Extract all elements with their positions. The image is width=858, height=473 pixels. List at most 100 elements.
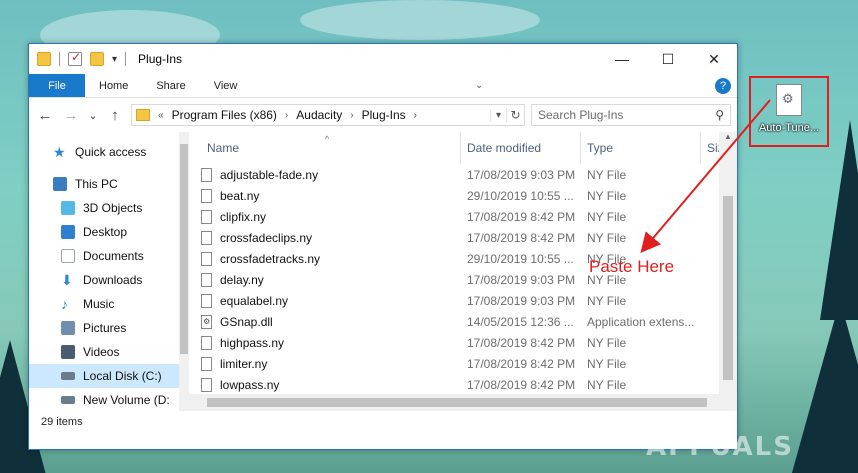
tab-view[interactable]: View — [200, 74, 252, 97]
table-row[interactable]: GSnap.dll 14/05/2015 12:36 ... Application… — [189, 311, 737, 332]
up-button[interactable]: ↑ — [105, 107, 125, 124]
back-button[interactable]: ← — [35, 107, 55, 124]
sidebar-item-label: Videos — [83, 345, 120, 359]
computer-icon — [53, 177, 67, 191]
tree-decoration — [790, 300, 858, 473]
file-name: delay.ny — [220, 272, 264, 287]
breadcrumb-overflow[interactable]: « — [158, 110, 164, 121]
scroll-up-icon[interactable]: ▲ — [719, 132, 737, 148]
column-type[interactable]: Type — [581, 132, 701, 164]
folder-icon — [136, 109, 150, 121]
expand-ribbon-icon[interactable]: ⌄ — [475, 74, 483, 97]
close-button[interactable]: ✕ — [691, 44, 737, 74]
file-rows: adjustable-fade.ny 17/08/2019 9:03 PM NY F… — [189, 164, 737, 411]
tab-file[interactable]: File — [29, 74, 85, 97]
sort-indicator-icon: ^ — [325, 134, 330, 144]
address-dropdown-icon[interactable]: ▾ — [490, 109, 506, 121]
download-icon: ⬇ — [61, 272, 73, 288]
date-modified-cell: 17/08/2019 8:42 PM — [467, 377, 576, 392]
type-cell: NY File — [587, 377, 627, 392]
refresh-icon[interactable]: ↻ — [506, 108, 524, 122]
sidebar-item-label: This PC — [75, 177, 118, 191]
file-icon — [201, 377, 212, 392]
date-modified-cell: 17/08/2019 8:42 PM — [467, 209, 576, 224]
table-row[interactable]: clipfix.ny 17/08/2019 8:42 PM NY File — [189, 206, 737, 227]
annotation-text: Paste Here — [589, 257, 675, 276]
cube-icon — [61, 201, 75, 215]
desktop-file-icon[interactable]: Auto-Tune... — [752, 84, 826, 134]
tab-share[interactable]: Share — [142, 74, 199, 97]
sidebar-item-videos[interactable]: Videos — [29, 340, 189, 364]
column-date-modified[interactable]: Date modified — [461, 132, 581, 164]
address-bar[interactable]: « Program Files (x86) › Audacity › Plug-… — [131, 104, 525, 126]
sidebar-scrollbar[interactable] — [179, 132, 189, 411]
breadcrumb-separator[interactable]: › — [350, 110, 353, 121]
file-name-cell: GSnap.dll — [201, 314, 461, 329]
sidebar-item-desktop[interactable]: Desktop — [29, 220, 189, 244]
file-icon — [201, 356, 212, 371]
minimize-button[interactable]: — — [599, 44, 645, 74]
file-icon — [201, 209, 212, 224]
sidebar-item-new-volume[interactable]: New Volume (D: — [29, 388, 189, 412]
type-cell: NY File — [587, 335, 627, 350]
column-name[interactable]: Name — [201, 132, 461, 164]
properties-icon[interactable] — [68, 50, 82, 66]
file-name-cell: lowpass.ny — [201, 377, 461, 392]
table-row[interactable]: limiter.ny 17/08/2019 8:42 PM NY File — [189, 353, 737, 374]
file-icon — [201, 335, 212, 350]
scrollbar-thumb[interactable] — [207, 398, 707, 407]
scrollbar-thumb[interactable] — [723, 196, 733, 380]
sidebar-item-label: Quick access — [75, 145, 147, 159]
sidebar-item-this-pc[interactable]: This PC — [29, 172, 189, 196]
forward-button[interactable]: → — [61, 107, 81, 124]
column-headers: ^ Name Date modified Type Size — [189, 132, 737, 164]
desktop-icon — [61, 225, 75, 239]
tab-home[interactable]: Home — [85, 74, 142, 97]
maximize-button[interactable]: ☐ — [645, 44, 691, 74]
breadcrumb-item[interactable]: Audacity — [296, 108, 342, 122]
status-bar: 29 items — [29, 411, 737, 433]
sidebar-item-documents[interactable]: Documents — [29, 244, 189, 268]
file-name: highpass.ny — [220, 335, 285, 350]
search-input[interactable]: Search Plug-Ins ⚲ — [531, 104, 731, 126]
sidebar-item-pictures[interactable]: Pictures — [29, 316, 189, 340]
type-cell: Application extens... — [587, 314, 695, 329]
file-icon — [201, 293, 212, 308]
sidebar-item-label: Music — [83, 297, 115, 311]
file-name: equalabel.ny — [220, 293, 289, 308]
customize-toolbar-icon[interactable]: ▾ — [112, 54, 117, 65]
new-folder-icon[interactable] — [90, 52, 104, 66]
file-name: limiter.ny — [220, 356, 268, 371]
date-modified-cell: 14/05/2015 12:36 ... — [467, 314, 574, 329]
table-row[interactable]: lowpass.ny 17/08/2019 8:42 PM NY File — [189, 374, 737, 395]
help-button[interactable]: ? — [715, 78, 731, 94]
navigation-bar: ← → ⌄ ↑ « Program Files (x86) › Audacity… — [29, 98, 737, 132]
vertical-scrollbar[interactable]: ▲ — [719, 132, 737, 411]
column-size[interactable]: Size — [701, 132, 730, 164]
sidebar-item-music[interactable]: ♪ Music — [29, 292, 189, 316]
sidebar-item-downloads[interactable]: ⬇ Downloads — [29, 268, 189, 292]
file-name: clipfix.ny — [220, 209, 267, 224]
breadcrumb-separator[interactable]: › — [414, 110, 417, 121]
table-row[interactable]: adjustable-fade.ny 17/08/2019 9:03 PM NY F… — [189, 164, 737, 185]
table-row[interactable]: crossfadeclips.ny 17/08/2019 8:42 PM NY Fi… — [189, 227, 737, 248]
breadcrumb-separator[interactable]: › — [285, 110, 288, 121]
table-row[interactable]: highpass.ny 17/08/2019 8:42 PM NY File — [189, 332, 737, 353]
file-name-cell: crossfadetracks.ny — [201, 251, 461, 266]
breadcrumb-item[interactable]: Program Files (x86) — [172, 108, 277, 122]
sidebar-item-3d-objects[interactable]: 3D Objects — [29, 196, 189, 220]
recent-locations-button[interactable]: ⌄ — [87, 109, 99, 122]
table-row[interactable]: equalabel.ny 17/08/2019 9:03 PM NY File — [189, 290, 737, 311]
horizontal-scrollbar[interactable] — [189, 394, 719, 411]
sidebar-item-quick-access[interactable]: ★ Quick access — [29, 140, 189, 164]
sidebar-item-local-disk[interactable]: Local Disk (C:) — [29, 364, 189, 388]
explorer-window: ▾ Plug-Ins — ☐ ✕ File Home Share View ⌄ … — [28, 43, 738, 450]
file-name-cell: adjustable-fade.ny — [201, 167, 461, 182]
scrollbar-thumb[interactable] — [180, 144, 188, 354]
file-name-cell: equalabel.ny — [201, 293, 461, 308]
table-row[interactable]: beat.ny 29/10/2019 10:55 ... NY File — [189, 185, 737, 206]
file-icon — [201, 188, 212, 203]
navigation-pane: ★ Quick access This PC 3D Objects Deskto… — [29, 132, 189, 411]
sidebar-item-label: Downloads — [83, 273, 143, 287]
breadcrumb-item[interactable]: Plug-Ins — [362, 108, 406, 122]
